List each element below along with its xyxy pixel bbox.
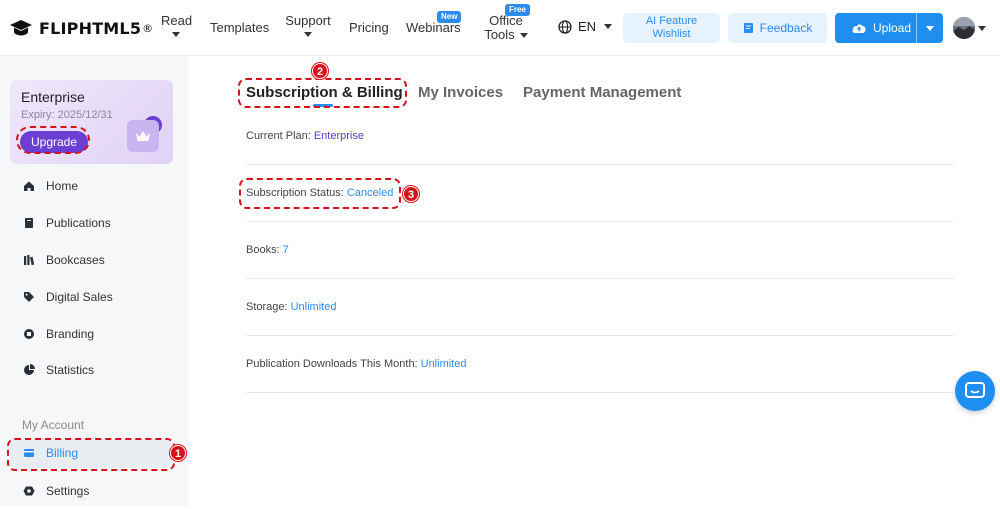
row-value: Unlimited <box>290 301 337 313</box>
sidebar-item-label: Home <box>46 179 79 193</box>
ai-label-1: AI Feature <box>645 15 698 27</box>
chevron-down-icon[interactable] <box>978 26 986 31</box>
nav-support-label: Support <box>285 13 331 28</box>
crown-icon <box>127 120 159 152</box>
chat-support-button[interactable] <box>955 371 995 411</box>
sidebar-item-label: Settings <box>46 484 90 498</box>
upload-label: Upload <box>873 21 912 35</box>
row-label: Current Plan: <box>246 130 311 142</box>
step-marker-1: 1 <box>170 445 186 461</box>
tag-icon <box>22 290 36 304</box>
nav-support[interactable]: Support <box>285 14 331 37</box>
sidebar-item-label: Publications <box>46 216 111 230</box>
feedback-button[interactable]: Feedback <box>728 13 827 43</box>
row-label: Storage: <box>246 301 288 313</box>
brand-name: FLIPHTML5 <box>39 18 142 38</box>
tab-payment-management[interactable]: Payment Management <box>523 84 681 101</box>
top-navigation-bar: FLIPHTML5 ® Read Templates Support Pricin… <box>0 0 1000 56</box>
pie-chart-icon <box>22 363 36 377</box>
books-row: Books: 7 <box>246 222 954 279</box>
sidebar-item-publications[interactable]: Publications <box>0 205 188 241</box>
my-account-section-title: My Account <box>22 418 85 432</box>
globe-icon <box>558 19 572 34</box>
row-value: Enterprise <box>313 130 364 142</box>
storage-row: Storage: Unlimited <box>246 279 954 336</box>
sidebar-item-digital-sales[interactable]: Digital Sales <box>0 279 188 315</box>
ai-label-2: Wishlist <box>652 28 691 40</box>
chevron-down-icon <box>172 32 180 37</box>
brand-icon <box>22 327 36 341</box>
nav-pricing-label: Pricing <box>349 20 389 35</box>
row-label: Books: <box>246 244 280 256</box>
step-marker-3: 3 <box>403 186 419 202</box>
upload-main[interactable]: Upload <box>835 13 917 43</box>
cloud-upload-icon <box>852 24 866 33</box>
sidebar-item-label: Digital Sales <box>46 290 113 304</box>
registered-mark: ® <box>142 21 154 35</box>
row-label: Publication Downloads This Month: <box>246 358 418 370</box>
graduation-cap-icon <box>10 20 32 36</box>
feedback-label: Feedback <box>759 21 813 35</box>
chevron-down-icon <box>926 25 934 31</box>
nav-office-label-2: Tools <box>484 27 515 42</box>
chevron-down-icon <box>304 32 312 37</box>
sidebar-item-settings[interactable]: Settings <box>0 473 188 509</box>
bookcase-icon <box>22 253 36 267</box>
sidebar-item-home[interactable]: Home <box>0 168 188 204</box>
publication-downloads-row: Publication Downloads This Month: Unlimi… <box>246 336 954 393</box>
sidebar-item-statistics[interactable]: Statistics <box>0 352 188 388</box>
status-highlight <box>239 178 401 209</box>
row-value: Unlimited <box>420 358 467 370</box>
chat-icon <box>965 382 985 398</box>
sidebar-item-branding[interactable]: Branding <box>0 316 188 352</box>
edit-note-icon <box>743 23 753 33</box>
chevron-down-icon <box>519 33 528 39</box>
avatar[interactable] <box>953 17 975 39</box>
current-plan-row: Current Plan: Enterprise <box>246 108 954 165</box>
avatar-image <box>953 17 975 39</box>
row-value: 7 <box>282 244 289 256</box>
sidebar-item-label: Branding <box>46 327 95 341</box>
ai-feature-wishlist-button[interactable]: AI Feature Wishlist <box>623 13 720 43</box>
upload-button[interactable]: Upload <box>835 13 943 43</box>
chevron-down-icon <box>604 24 613 29</box>
nav-read-label: Read <box>161 13 193 28</box>
home-icon <box>22 179 36 193</box>
plan-expiry: Expiry: 2025/12/31 <box>21 109 113 121</box>
fliphtml5-logo[interactable]: FLIPHTML5 ® <box>9 16 153 40</box>
free-badge: Free <box>505 4 530 16</box>
sidebar-item-label: Bookcases <box>46 253 105 267</box>
crown-glyph <box>136 130 150 141</box>
nav-pricing[interactable]: Pricing <box>349 21 389 35</box>
book-icon <box>22 216 36 230</box>
language-selector[interactable]: EN <box>558 19 613 34</box>
nav-webinars[interactable]: Webinars <box>406 21 461 35</box>
sidebar-item-label: Statistics <box>46 363 95 377</box>
upload-dropdown-toggle[interactable] <box>917 25 943 31</box>
upgrade-highlight <box>16 126 90 154</box>
sidebar-item-bookcases[interactable]: Bookcases <box>0 242 188 278</box>
tab-my-invoices[interactable]: My Invoices <box>418 84 503 101</box>
new-badge: New <box>437 11 462 23</box>
subscription-tab-highlight <box>238 78 407 108</box>
nav-office-tools[interactable]: Office Tools <box>484 14 528 42</box>
nav-read[interactable]: Read <box>161 13 193 37</box>
language-label: EN <box>578 19 597 34</box>
step-marker-2: 2 <box>312 63 328 79</box>
billing-highlight <box>7 438 175 471</box>
gear-icon <box>22 484 36 498</box>
nav-templates[interactable]: Templates <box>210 21 269 35</box>
nav-templates-label: Templates <box>210 20 270 35</box>
plan-title: Enterprise <box>21 89 85 105</box>
